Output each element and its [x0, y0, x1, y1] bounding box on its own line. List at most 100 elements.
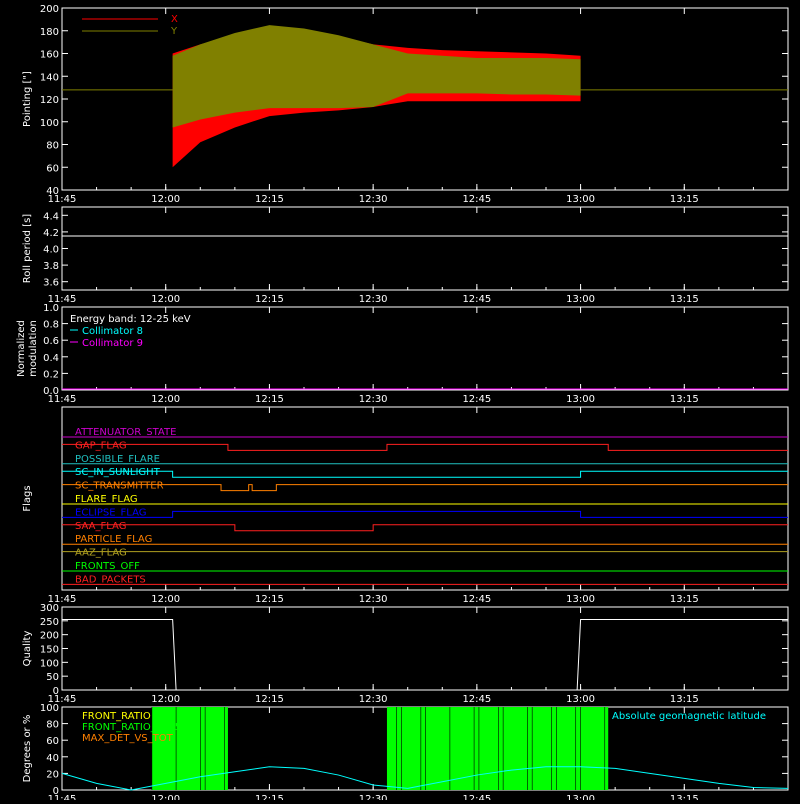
quality-ytick-label: 150 [40, 645, 59, 656]
flags-xtick-label: 12:00 [151, 594, 180, 605]
pointing-ytick-label: 60 [46, 163, 59, 174]
quality-line [62, 618, 788, 691]
geomag-xtick-label: 12:00 [151, 794, 180, 800]
roll-ytick-label: 3.8 [43, 261, 59, 272]
modulation-ytick-label: 1.0 [43, 303, 59, 314]
roll-xtick-label: 12:30 [359, 294, 388, 305]
roll-ytick-label: 4.2 [43, 228, 59, 239]
quality-ytick-label: 200 [40, 631, 59, 642]
flag-line [62, 524, 788, 532]
modulation-ytick-label: 0.0 [43, 386, 59, 397]
pointing-ytick-label: 200 [40, 4, 59, 15]
quality-ytick-label: 300 [40, 603, 59, 614]
flag-line [62, 510, 788, 518]
flag-label: BAD_PACKETS [75, 574, 146, 585]
chart-canvas: 11:45 12:00 12:15 12:30 12:45 13:00 13:15 40 60 8… [0, 0, 800, 804]
pointing-ylabel: Pointing ["] [22, 71, 33, 127]
quality-xtick-label: 13:00 [566, 694, 595, 705]
flag-label: FLARE_FLAG [75, 494, 138, 505]
geomag-legend-label: FRONT_RATIO_1225 [82, 722, 181, 733]
quality-ytick-label: 0 [53, 686, 59, 697]
geomag-legend-label: MAX_DET_VS_TOT [82, 733, 174, 744]
pointing-legend-label: X [171, 14, 178, 25]
pointing-ytick-label: 40 [46, 186, 59, 197]
geomag-xtick-label: 12:15 [255, 794, 284, 800]
quality-ytick-label: 50 [46, 672, 59, 683]
flag-label: ECLIPSE_FLAG [75, 507, 146, 518]
geomag-ytick-label: 40 [46, 753, 59, 764]
pointing-xtick-label: 12:30 [359, 194, 388, 205]
pointing-ytick-label: 140 [40, 72, 59, 83]
geomag-xtick-label: 12:45 [462, 794, 491, 800]
roll-ytick-label: 4.4 [43, 211, 59, 222]
modulation-annotation: Collimator 8 [82, 326, 143, 337]
modulation-ylabel: Normalized [16, 320, 27, 377]
pointing-ytick-label: 120 [40, 95, 59, 106]
roll-frame [61, 206, 789, 291]
quality-xtick-label: 12:30 [359, 694, 388, 705]
quality-xtick-label: 12:45 [462, 694, 491, 705]
flag-label: SC_IN_SUNLIGHT [75, 467, 161, 478]
geomag-ytick-label: 20 [46, 769, 59, 780]
roll-ytick-label: 4.0 [43, 245, 59, 256]
modulation-annotation: Energy band: 12-25 keV [70, 314, 191, 325]
modulation-xtick-label: 13:15 [670, 394, 699, 405]
flag-label: PARTICLE_FLAG [75, 534, 152, 545]
front-ratio-block [386, 707, 609, 790]
modulation-ytick-label: 0.2 [43, 369, 59, 380]
pointing-xtick-label: 12:15 [255, 194, 284, 205]
flag-label: POSSIBLE_FLARE [75, 454, 160, 465]
geomag-xtick-label: 12:30 [359, 794, 388, 800]
modulation-xtick-label: 13:00 [566, 394, 595, 405]
quality-ylabel: Quality [22, 631, 33, 667]
roll-xtick-label: 13:00 [566, 294, 595, 305]
flag-line [62, 484, 788, 492]
flag-label: SC_TRANSMITTER [75, 481, 164, 492]
pointing-xtick-label: 13:15 [670, 194, 699, 205]
flag-label: AAZ_FLAG [75, 548, 127, 559]
pointing-ytick-label: 160 [40, 50, 59, 61]
pointing-y-envelope [172, 25, 581, 128]
roll-xtick-label: 13:15 [670, 294, 699, 305]
geomag-ytick-label: 0 [53, 786, 59, 797]
pointing-ytick-label: 100 [40, 118, 59, 129]
roll-xtick-label: 12:15 [255, 294, 284, 305]
flag-label: GAP_FLAG [75, 440, 127, 451]
flag-line [62, 443, 788, 451]
geomag-xtick-label: 13:00 [566, 794, 595, 800]
geomag-legend-label: FRONT_RATIO [82, 711, 151, 722]
flags-xtick-label: 13:00 [566, 594, 595, 605]
modulation-ytick-label: 0.8 [43, 320, 59, 331]
pointing-xtick-label: 12:00 [151, 194, 180, 205]
modulation-xtick-label: 12:30 [359, 394, 388, 405]
pointing-legend-label: Y [170, 26, 178, 37]
modulation-ytick-label: 0.4 [43, 353, 59, 364]
flags-xtick-label: 12:30 [359, 594, 388, 605]
flags-xtick-label: 12:45 [462, 594, 491, 605]
flags-ylabel: Flags [22, 485, 33, 511]
flags-xtick-label: 13:15 [670, 594, 699, 605]
geomag-ytick-label: 60 [46, 736, 59, 747]
geomag-annotation: Absolute geomagnetic latitude [612, 711, 766, 722]
geomag-ylabel: Degrees or % [22, 715, 33, 783]
modulation-xtick-label: 12:45 [462, 394, 491, 405]
stacked-time-series-chart: 11:45 12:00 12:15 12:30 12:45 13:00 13:1540608… [16, 4, 789, 804]
flag-label: ATTENUATOR_STATE [75, 427, 176, 438]
roll-xtick-label: 12:45 [462, 294, 491, 305]
roll-ytick-label: 3.6 [43, 278, 59, 289]
pointing-xtick-label: 12:45 [462, 194, 491, 205]
quality-xtick-label: 12:15 [255, 694, 284, 705]
quality-ytick-label: 250 [40, 617, 59, 628]
pointing-ytick-label: 180 [40, 27, 59, 38]
geomag-xtick-label: 13:15 [670, 794, 699, 800]
flag-line [62, 470, 788, 478]
geomag-ytick-label: 100 [40, 703, 59, 714]
modulation-xtick-label: 12:15 [255, 394, 284, 405]
roll-xtick-label: 12:00 [151, 294, 180, 305]
pointing-xtick-label: 13:00 [566, 194, 595, 205]
modulation-ylabel-2: modulation [28, 320, 39, 377]
roll-ylabel: Roll period [s] [22, 214, 33, 283]
front-ratio-block [151, 707, 228, 790]
flags-xtick-label: 12:15 [255, 594, 284, 605]
modulation-annotation: Collimator 9 [82, 338, 143, 349]
